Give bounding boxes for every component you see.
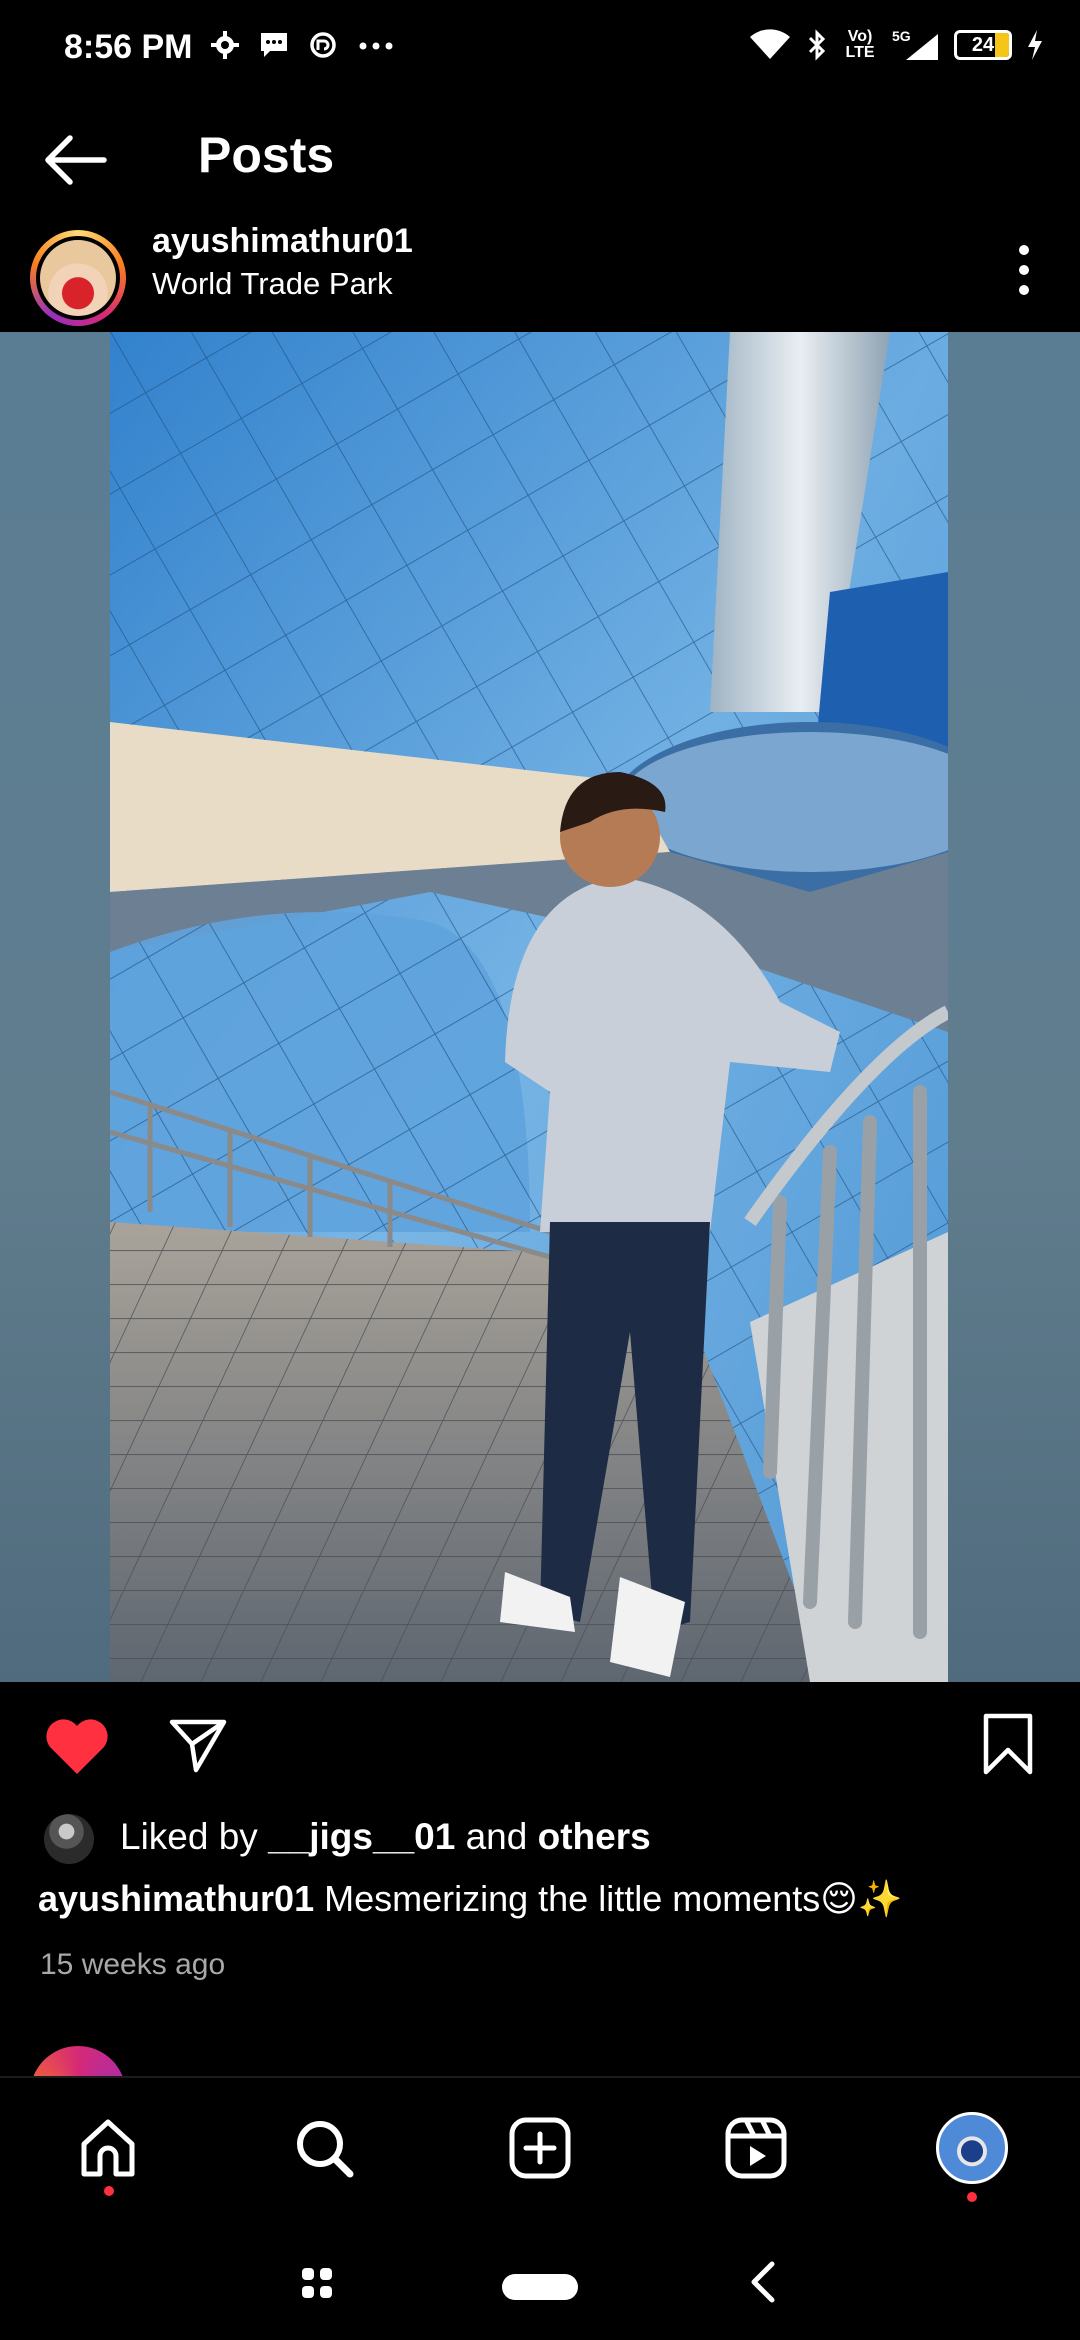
- liked-by-prefix: Liked by: [120, 1816, 269, 1857]
- profile-notification-dot: [967, 2192, 977, 2202]
- post-actions: [0, 1690, 1080, 1800]
- post-username[interactable]: ayushimathur01: [152, 222, 413, 261]
- likes-summary[interactable]: Liked by __jigs__01 and others: [0, 1810, 1080, 1870]
- more-dots-icon: [359, 42, 393, 50]
- recents-icon[interactable]: [300, 2266, 334, 2300]
- gear-icon: [211, 31, 239, 59]
- home-pill[interactable]: [502, 2274, 578, 2300]
- wifi-icon: [750, 29, 790, 59]
- post-photo[interactable]: [110, 332, 948, 1682]
- caption-text: Mesmerizing the little moments😌✨: [314, 1878, 903, 1919]
- home-notification-dot: [104, 2186, 114, 2196]
- reels-icon: [725, 2117, 787, 2179]
- heart-icon[interactable]: [42, 1714, 112, 1778]
- nav-profile[interactable]: [932, 2108, 1012, 2188]
- volte-icon: Vo) LTE: [845, 28, 875, 61]
- back-arrow-icon[interactable]: [40, 130, 110, 190]
- post-media[interactable]: [0, 332, 1080, 1682]
- charging-icon: [1028, 30, 1042, 60]
- battery-level: 24: [971, 34, 995, 56]
- post-timestamp: 15 weeks ago: [40, 1948, 226, 1981]
- liked-by-middle: and: [455, 1816, 538, 1857]
- system-back-icon[interactable]: [748, 2260, 778, 2304]
- battery-icon: 24: [954, 30, 1012, 60]
- create-icon: [509, 2117, 571, 2179]
- liked-by-user[interactable]: __jigs__01: [268, 1816, 455, 1857]
- app-icon: [310, 32, 336, 58]
- profile-avatar: [936, 2112, 1008, 2184]
- page-title: Posts: [198, 127, 335, 183]
- bluetooth-icon: [808, 29, 826, 61]
- status-time: 8:56 PM: [64, 28, 193, 66]
- send-icon[interactable]: [166, 1712, 230, 1776]
- next-post-avatar[interactable]: [30, 2046, 126, 2076]
- liker-avatar: [44, 1814, 94, 1864]
- bookmark-icon[interactable]: [980, 1712, 1036, 1776]
- nav-create[interactable]: [500, 2108, 580, 2188]
- home-icon: [81, 2119, 135, 2177]
- signal-icon: 5G: [892, 28, 940, 62]
- top-app-bar: Posts: [0, 100, 1080, 220]
- nav-search[interactable]: [284, 2108, 364, 2188]
- liked-by-others[interactable]: others: [538, 1816, 651, 1857]
- system-navigation-bar: [0, 2216, 1080, 2340]
- post-header: ayushimathur01 World Trade Park: [0, 222, 1080, 330]
- nav-reels[interactable]: [716, 2108, 796, 2188]
- caption-username[interactable]: ayushimathur01: [38, 1878, 314, 1919]
- nav-home[interactable]: [68, 2108, 148, 2188]
- post-caption: ayushimathur01 Mesmerizing the little mo…: [38, 1878, 903, 1920]
- message-icon: [261, 33, 287, 57]
- vertical-dots-icon[interactable]: [1004, 240, 1044, 300]
- post-author-avatar[interactable]: [30, 230, 126, 326]
- search-icon: [297, 2121, 354, 2178]
- bottom-navigation: [0, 2076, 1080, 2218]
- status-bar: 8:56 PM Vo) LTE 5G 24: [0, 0, 1080, 100]
- post-location[interactable]: World Trade Park: [152, 266, 393, 302]
